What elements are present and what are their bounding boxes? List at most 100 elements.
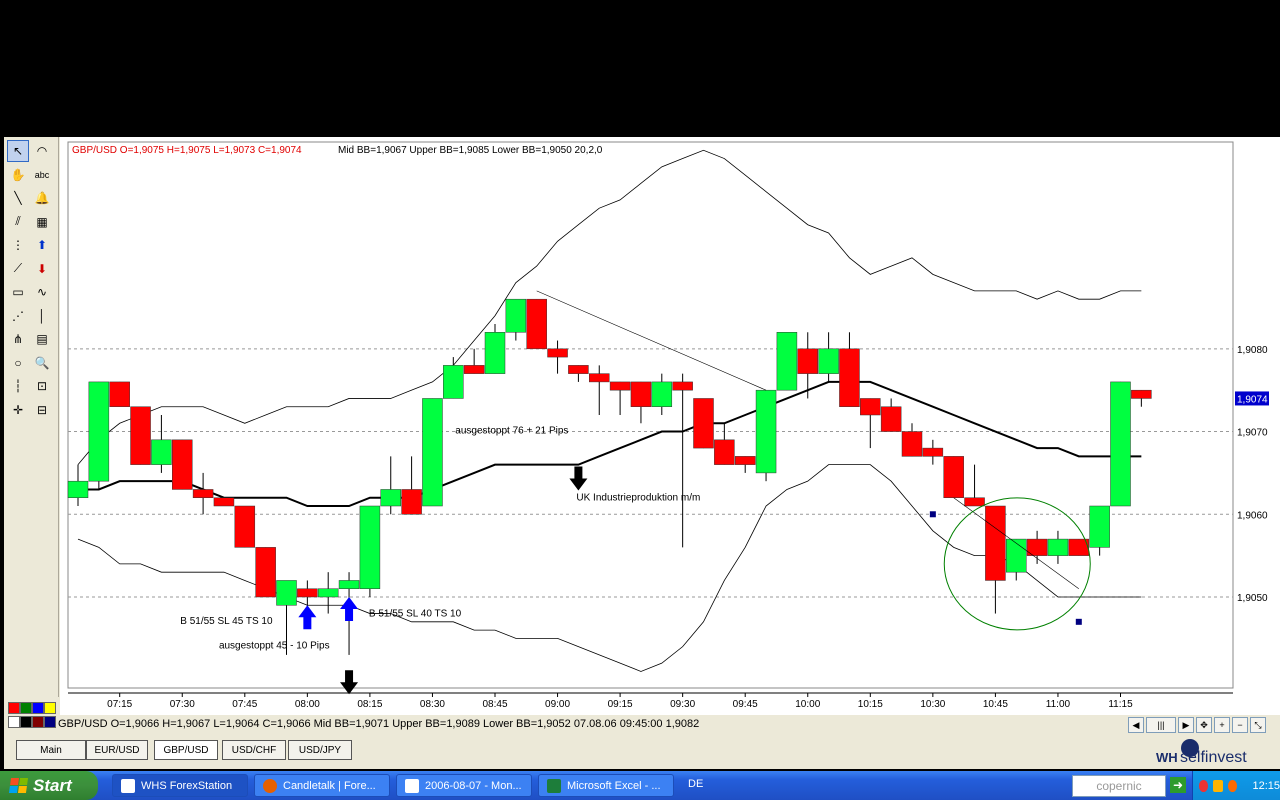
tab-gbp-usd[interactable]: GBP/USD (154, 740, 218, 760)
candle-body (1006, 538, 1027, 573)
last-price-label: 1,9074 (1237, 394, 1268, 405)
task-label: Candletalk | Fore... (283, 779, 376, 792)
parallel-lines-icon[interactable]: ⫽ (8, 212, 28, 232)
candle-body (1110, 381, 1131, 507)
resize-icon[interactable]: ⤡ (1250, 717, 1266, 733)
alarm-bell-icon[interactable]: 🔔 (32, 188, 52, 208)
pitchfork-icon[interactable]: ⋔ (8, 329, 28, 349)
candle-body (380, 489, 401, 507)
chart-annotation: ausgestoppt 45 - 10 Pips (219, 641, 330, 652)
sell-arrow-icon[interactable]: ⬇ (32, 259, 52, 279)
plot-area (67, 141, 1234, 689)
color-swatch[interactable] (8, 716, 20, 728)
scroll-right-button[interactable]: ▶ (1178, 717, 1194, 733)
y-tick-label: 1,9080 (1237, 345, 1268, 356)
search-go-icon[interactable]: ➜ (1170, 777, 1186, 793)
language-indicator[interactable]: DE (688, 778, 703, 790)
y-tick-label: 1,9060 (1237, 510, 1268, 521)
candle-body (734, 456, 756, 465)
candle-body (1047, 538, 1069, 556)
candle-body (589, 373, 610, 383)
copernic-search-input[interactable]: copernic (1072, 775, 1166, 797)
chart-annotation: UK Industrieproduktion m/m (576, 493, 700, 504)
candle-body (359, 505, 381, 589)
line-icon[interactable]: ╲ (8, 188, 28, 208)
zoom-icon[interactable]: 🔍 (32, 353, 52, 373)
task-document[interactable]: 2006-08-07 - Mon... (396, 774, 532, 797)
color-swatch[interactable] (20, 716, 32, 728)
candle-body (818, 348, 839, 374)
vertical-line-icon[interactable]: │ (32, 306, 52, 326)
x-tick-label: 08:15 (357, 699, 382, 710)
windows-logo-icon (8, 778, 29, 793)
scroll-left-button[interactable]: ◀ (1128, 717, 1144, 733)
color-swatch[interactable] (32, 716, 44, 728)
candle-body (234, 505, 256, 548)
candlestick-chart[interactable]: 1,9080 1,9070 1,9060 1,9050 07:15 07:30 07:45 0… (60, 137, 1280, 715)
candle-body (401, 489, 422, 515)
svg-text:selfinvest: selfinvest (1180, 749, 1247, 766)
tab-eur-usd[interactable]: EUR/USD (86, 740, 148, 760)
candle-body (192, 489, 214, 498)
candle-body (797, 348, 818, 374)
start-button[interactable]: Start (0, 771, 98, 800)
chart-tabs: Main EUR/USD GBP/USD USD/CHF USD/JPY (4, 736, 1144, 764)
tab-main[interactable]: Main (16, 740, 86, 760)
buy-arrow-icon[interactable]: ⬆ (32, 235, 52, 255)
dotted-grid-icon[interactable]: ⋮ (8, 235, 28, 255)
text-tool-icon[interactable]: abc (32, 165, 52, 185)
zoom-out-icon[interactable]: ⊟ (32, 400, 52, 420)
x-tick-label: 07:45 (232, 699, 257, 710)
tab-usd-jpy[interactable]: USD/JPY (288, 740, 352, 760)
tab-usd-chf[interactable]: USD/CHF (222, 740, 286, 760)
candle-body (526, 298, 547, 350)
x-tick-label: 07:30 (170, 699, 195, 710)
candle-body (297, 588, 318, 598)
y-tick-label: 1,9050 (1237, 593, 1268, 604)
color-swatch[interactable] (8, 702, 20, 714)
zoom-box-icon[interactable]: ⊡ (32, 376, 52, 396)
x-tick-label: 09:00 (545, 699, 570, 710)
wave-icon[interactable]: ∿ (32, 282, 52, 302)
volume-tray-icon[interactable] (1227, 779, 1238, 792)
sensor-icon[interactable]: ◠ (32, 141, 52, 161)
color-swatch[interactable] (20, 702, 32, 714)
scrollbar-thumb[interactable]: ||| (1146, 717, 1176, 733)
candle-body (67, 480, 89, 498)
antivirus-tray-icon[interactable] (1213, 779, 1223, 792)
circle-icon[interactable]: ○ (8, 353, 28, 373)
task-whs-forexstation[interactable]: WHS ForexStation (112, 774, 248, 797)
crosshair-icon[interactable]: ✛ (8, 400, 28, 420)
x-tick-label: 07:15 (107, 699, 132, 710)
candle-body (422, 398, 443, 507)
hand-icon[interactable]: ✋ (8, 165, 28, 185)
move-icon[interactable]: ✥ (1196, 717, 1212, 733)
pointer-icon[interactable]: ↖ (7, 140, 29, 162)
retracement-icon[interactable]: ▤ (32, 329, 52, 349)
fan-icon[interactable]: ⟋ (8, 259, 28, 279)
x-tick-label: 10:30 (920, 699, 945, 710)
color-swatch[interactable] (32, 702, 44, 714)
start-label: Start (33, 775, 72, 795)
gann-fan-icon[interactable]: ⋰ (8, 306, 28, 326)
candle-body (693, 398, 714, 449)
color-swatch[interactable] (44, 702, 56, 714)
excel-icon (547, 778, 561, 793)
x-tick-label: 08:00 (295, 699, 320, 710)
zoom-in-button[interactable]: + (1214, 717, 1230, 733)
zoom-out-button[interactable]: − (1232, 717, 1248, 733)
fibonacci-icon[interactable]: ┆ (8, 376, 28, 396)
candle-body (317, 588, 339, 598)
red-tray-icon[interactable] (1199, 779, 1209, 792)
status-line: GBP/USD O=1,9066 H=1,9067 L=1,9064 C=1,9… (58, 718, 700, 730)
task-candletalk[interactable]: Candletalk | Fore... (254, 774, 390, 797)
horizontal-line-icon[interactable]: ▭ (8, 282, 28, 302)
x-tick-label: 09:15 (608, 699, 633, 710)
x-tick-label: 09:30 (670, 699, 695, 710)
calculator-icon[interactable]: ▦ (32, 212, 52, 232)
candle-body (109, 381, 130, 407)
color-swatch[interactable] (44, 716, 56, 728)
candle-body (776, 332, 798, 391)
chart-panel[interactable]: 1,9080 1,9070 1,9060 1,9050 07:15 07:30 07:45 0… (60, 137, 1280, 715)
task-excel[interactable]: Microsoft Excel - ... (538, 774, 674, 797)
